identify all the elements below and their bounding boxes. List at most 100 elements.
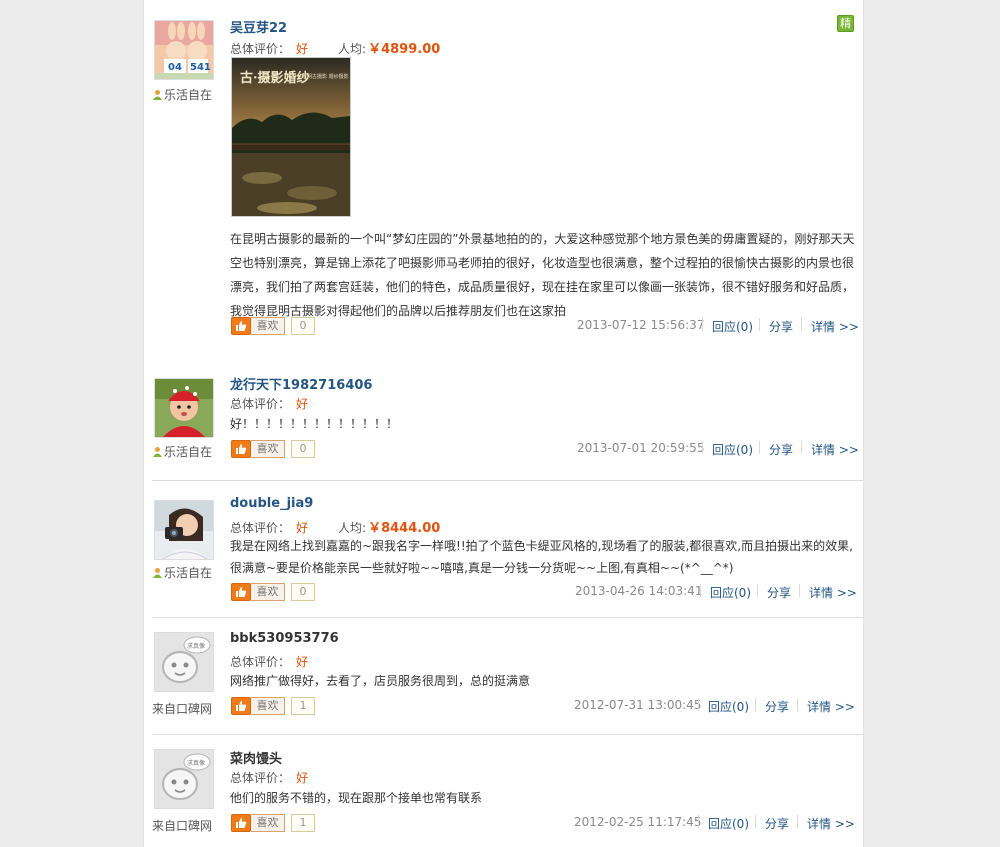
user-level-tag: 乐活自在: [152, 564, 228, 581]
rating-line: 总体评价： 好: [230, 769, 308, 786]
detail-link[interactable]: 详情 >>: [811, 318, 859, 335]
like-label[interactable]: 喜欢: [251, 814, 285, 832]
detail-link[interactable]: 详情 >>: [807, 698, 855, 715]
like-count: 1: [291, 697, 315, 715]
user-level-label: 来自口碑网: [152, 819, 213, 833]
rating-label: 总体评价：: [230, 771, 291, 785]
like-label[interactable]: 喜欢: [251, 697, 285, 715]
like-button[interactable]: [231, 814, 251, 832]
user-level-tag: 来自口碑网: [152, 700, 228, 717]
like-button[interactable]: [231, 440, 251, 458]
action-divider: [755, 698, 756, 711]
review-actions: 喜欢 1 2012-07-31 13:00:45 回应(0) 分享 详情 >>: [231, 697, 861, 717]
username-link[interactable]: double_jia9: [230, 496, 313, 511]
user-avatar[interactable]: 求真像: [154, 632, 214, 692]
like-count: 0: [291, 583, 315, 601]
svg-text:04: 04: [168, 62, 182, 73]
action-divider: [698, 815, 699, 828]
thumbs-up-icon: [236, 444, 247, 454]
like-count: 0: [291, 440, 315, 458]
avg-price-label: 人均:: [338, 42, 367, 56]
avatar-image: 求真像: [155, 633, 213, 691]
review-timestamp: 2013-07-01 20:59:55: [577, 441, 705, 455]
rating-value: 好: [296, 771, 309, 785]
reply-link[interactable]: 回应(0): [708, 698, 749, 715]
reply-link[interactable]: 回应(0): [712, 441, 753, 458]
username-link[interactable]: 菜肉馒头: [230, 748, 282, 767]
action-divider: [698, 698, 699, 711]
username-link[interactable]: bbk530953776: [230, 631, 339, 646]
reply-link[interactable]: 回应(0): [712, 318, 753, 335]
share-link[interactable]: 分享: [765, 698, 789, 715]
avg-price-value: ￥4899.00: [368, 42, 441, 57]
rating-value: 好: [296, 397, 309, 411]
share-link[interactable]: 分享: [769, 441, 793, 458]
action-divider: [700, 584, 701, 597]
like-button[interactable]: [231, 317, 251, 335]
reply-link[interactable]: 回应(0): [710, 584, 751, 601]
user-avatar[interactable]: 求真像: [154, 749, 214, 809]
review-timestamp: 2012-02-25 11:17:45: [574, 815, 702, 829]
review-photo[interactable]: 古·摄影婚纱 昆明古摄影 婚纱摄影: [231, 57, 351, 217]
share-link[interactable]: 分享: [767, 584, 791, 601]
action-divider: [757, 584, 758, 597]
photo-subtitle: 昆明古摄影 婚纱摄影: [302, 73, 349, 80]
like-button[interactable]: [231, 697, 251, 715]
avatar-bubble-text: 求真像: [187, 642, 205, 650]
review-content: 我是在网络上找到嘉嘉的~跟我名字一样哦!!拍了个蓝色卡缇亚风格的,现场看了的服装…: [230, 539, 853, 575]
action-divider: [797, 815, 798, 828]
detail-link[interactable]: 详情 >>: [811, 441, 859, 458]
avatar-image: [155, 379, 213, 437]
user-level-label: 乐活自在: [164, 88, 213, 102]
avatar-bubble-text: 求真像: [187, 759, 205, 767]
user-avatar[interactable]: [154, 378, 214, 438]
user-level-label: 乐活自在: [164, 445, 213, 459]
detail-link[interactable]: 详情 >>: [809, 584, 857, 601]
action-divider: [759, 441, 760, 454]
review-divider: [152, 734, 863, 735]
avatar-image: [155, 501, 213, 559]
detail-link[interactable]: 详情 >>: [807, 815, 855, 832]
like-button[interactable]: [231, 583, 251, 601]
share-link[interactable]: 分享: [765, 815, 789, 832]
rating-label: 总体评价：: [230, 521, 291, 535]
user-level-icon: [153, 447, 162, 457]
thumbs-up-icon: [236, 587, 247, 597]
like-label[interactable]: 喜欢: [251, 440, 285, 458]
rating-label: 总体评价：: [230, 655, 291, 669]
review-actions: 喜欢 0 2013-07-12 15:56:37 回应(0) 分享 详情 >>: [231, 317, 861, 337]
username-link[interactable]: 龙行天下1982716406: [230, 374, 372, 393]
photo-title: 古·摄影婚纱: [240, 70, 310, 86]
review-timestamp: 2013-04-26 14:03:41: [575, 584, 703, 598]
reviews-panel: 04 541 乐活自在 吴豆芽22 精 总体评价： 好 人均: ￥4899.00 古…: [143, 0, 864, 847]
action-divider: [759, 318, 760, 331]
action-divider: [755, 815, 756, 828]
thumbs-up-icon: [236, 701, 247, 711]
like-label[interactable]: 喜欢: [251, 583, 285, 601]
user-avatar[interactable]: [154, 500, 214, 560]
rating-value: 好: [296, 42, 309, 56]
username-link[interactable]: 吴豆芽22: [230, 17, 287, 36]
action-divider: [801, 441, 802, 454]
review-timestamp: 2013-07-12 15:56:37: [577, 318, 705, 332]
avatar-image: 04 541: [155, 21, 213, 79]
review-actions: 喜欢 1 2012-02-25 11:17:45 回应(0) 分享 详情 >>: [231, 814, 861, 834]
user-level-tag: 乐活自在: [152, 86, 228, 103]
rating-value: 好: [296, 521, 309, 535]
thumbs-up-icon: [236, 818, 247, 828]
svg-text:541: 541: [190, 62, 211, 73]
essence-badge: 精: [837, 15, 854, 32]
review-actions: 喜欢 0 2013-04-26 14:03:41 回应(0) 分享 详情 >>: [231, 583, 861, 603]
review-content: 他们的服务不错的，现在跟那个接单也常有联系: [230, 791, 483, 805]
share-link[interactable]: 分享: [769, 318, 793, 335]
like-label[interactable]: 喜欢: [251, 317, 285, 335]
user-level-icon: [153, 568, 162, 578]
user-avatar[interactable]: 04 541: [154, 20, 214, 80]
user-level-tag: 乐活自在: [152, 443, 228, 460]
thumbs-up-icon: [236, 321, 247, 331]
review-divider: [152, 480, 863, 481]
reply-link[interactable]: 回应(0): [708, 815, 749, 832]
user-level-label: 来自口碑网: [152, 702, 213, 716]
action-divider: [797, 698, 798, 711]
review-content: 在昆明古摄影的最新的一个叫“梦幻庄园的”外景基地拍的的，大爱这种感觉那个地方景色…: [230, 232, 855, 318]
